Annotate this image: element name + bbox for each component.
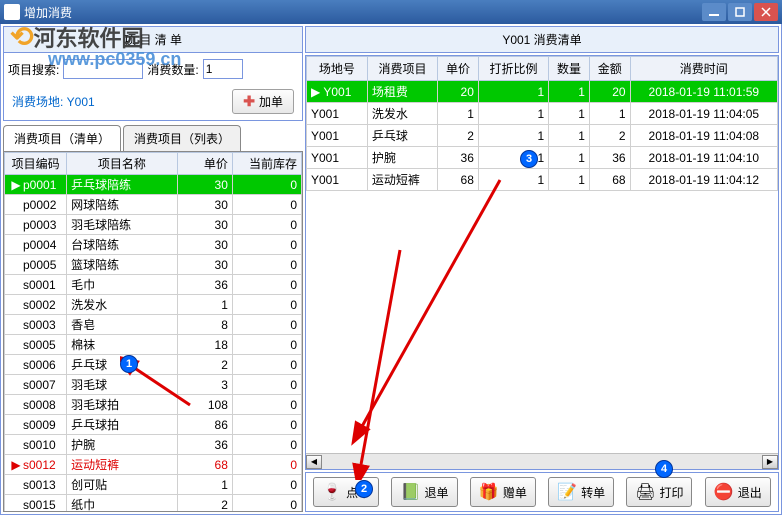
qty-label: 消费数量: — [147, 61, 198, 78]
exit-button[interactable]: ⛔退出 — [705, 477, 771, 507]
qty-input[interactable] — [203, 59, 243, 79]
col-code[interactable]: 项目编码 — [5, 153, 67, 175]
maximize-button[interactable] — [728, 3, 752, 21]
search-label: 项目搜索: — [8, 61, 59, 78]
col-discount[interactable]: 打折比例 — [478, 57, 548, 81]
col-item[interactable]: 消费项目 — [367, 57, 437, 81]
left-panel-title: 项 目 清 单 — [4, 27, 302, 53]
table-row[interactable]: p0005篮球陪练300 — [5, 255, 302, 275]
window-titlebar: 增加消费 — [0, 0, 782, 24]
table-row[interactable]: s0006乒乓球20 — [5, 355, 302, 375]
tab-list[interactable]: 消费项目（清单） — [3, 125, 121, 151]
table-row[interactable]: s0013创可贴10 — [5, 475, 302, 495]
gift-icon: 🎁 — [479, 482, 499, 502]
transfer-button[interactable]: 📝转单 — [548, 477, 614, 507]
table-row[interactable]: ▶ Y001场租费2011202018-01-19 11:01:59 — [307, 81, 778, 103]
scroll-left-button[interactable]: ◀ — [306, 455, 322, 469]
bottom-toolbar: 🍷点单 📗退单 🎁赠单 📝转单 🖨打印 ⛔退出 — [305, 472, 779, 512]
tab-grid[interactable]: 消费项目（列表） — [123, 125, 241, 151]
col-qty[interactable]: 数量 — [549, 57, 590, 81]
note-icon: 📝 — [557, 482, 577, 502]
table-row[interactable]: s0010护腕360 — [5, 435, 302, 455]
table-row[interactable]: s0009乒乓球拍860 — [5, 415, 302, 435]
table-row[interactable]: s0007羽毛球30 — [5, 375, 302, 395]
table-row[interactable]: s0001毛巾360 — [5, 275, 302, 295]
return-button[interactable]: 📗退单 — [391, 477, 457, 507]
print-button[interactable]: 🖨打印 — [626, 477, 692, 507]
col-stock[interactable]: 当前库存 — [232, 153, 301, 175]
bill-header: Y001 消费清单 — [305, 26, 779, 53]
col-name[interactable]: 项目名称 — [67, 153, 178, 175]
table-row[interactable]: s0003香皂80 — [5, 315, 302, 335]
col-amount[interactable]: 金额 — [589, 57, 630, 81]
return-label: 退单 — [424, 484, 448, 501]
plus-icon: ✚ — [243, 93, 255, 110]
scroll-right-button[interactable]: ▶ — [762, 455, 778, 469]
col-bill-price[interactable]: 单价 — [438, 57, 479, 81]
table-row[interactable]: s0008羽毛球拍1080 — [5, 395, 302, 415]
table-row[interactable]: Y001洗发水11112018-01-19 11:04:05 — [307, 103, 778, 125]
app-icon — [4, 4, 20, 20]
table-row[interactable]: s0002洗发水10 — [5, 295, 302, 315]
col-price[interactable]: 单价 — [177, 153, 232, 175]
venue-label: 消费场地: Y001 — [12, 93, 95, 110]
table-row[interactable]: Y001护腕3611362018-01-19 11:04:10 — [307, 147, 778, 169]
window-title: 增加消费 — [24, 4, 702, 21]
order-label: 点单 — [346, 484, 370, 501]
table-row[interactable]: s0015纸巾20 — [5, 495, 302, 513]
minimize-button[interactable] — [702, 3, 726, 21]
add-order-button[interactable]: ✚ 加单 — [232, 89, 294, 114]
items-grid[interactable]: 项目编码 项目名称 单价 当前库存 ▶p0001乒乓球陪练300p0002网球陪… — [3, 151, 303, 512]
col-venue[interactable]: 场地号 — [307, 57, 368, 81]
gift-label: 赠单 — [503, 484, 527, 501]
close-button[interactable] — [754, 3, 778, 21]
table-row[interactable]: ▶s0012运动短裤680 — [5, 455, 302, 475]
stop-icon: ⛔ — [714, 482, 734, 502]
wine-icon: 🍷 — [322, 482, 342, 502]
transfer-label: 转单 — [581, 484, 605, 501]
bill-grid[interactable]: 场地号 消费项目 单价 打折比例 数量 金额 消费时间 ▶ Y001场租费201… — [306, 56, 778, 191]
table-row[interactable]: p0003羽毛球陪练300 — [5, 215, 302, 235]
exit-label: 退出 — [738, 484, 762, 501]
add-order-label: 加单 — [259, 93, 283, 110]
print-label: 打印 — [659, 484, 683, 501]
order-button[interactable]: 🍷点单 — [313, 477, 379, 507]
table-row[interactable]: ▶p0001乒乓球陪练300 — [5, 175, 302, 195]
table-row[interactable]: Y001运动短裤6811682018-01-19 11:04:12 — [307, 169, 778, 191]
printer-icon: 🖨 — [635, 482, 655, 502]
table-row[interactable]: Y001乒乓球21122018-01-19 11:04:08 — [307, 125, 778, 147]
search-input[interactable] — [63, 59, 143, 79]
table-row[interactable]: p0004台球陪练300 — [5, 235, 302, 255]
book-icon: 📗 — [400, 482, 420, 502]
gift-button[interactable]: 🎁赠单 — [470, 477, 536, 507]
table-row[interactable]: p0002网球陪练300 — [5, 195, 302, 215]
col-time[interactable]: 消费时间 — [630, 57, 777, 81]
table-row[interactable]: s0005棉袜180 — [5, 335, 302, 355]
